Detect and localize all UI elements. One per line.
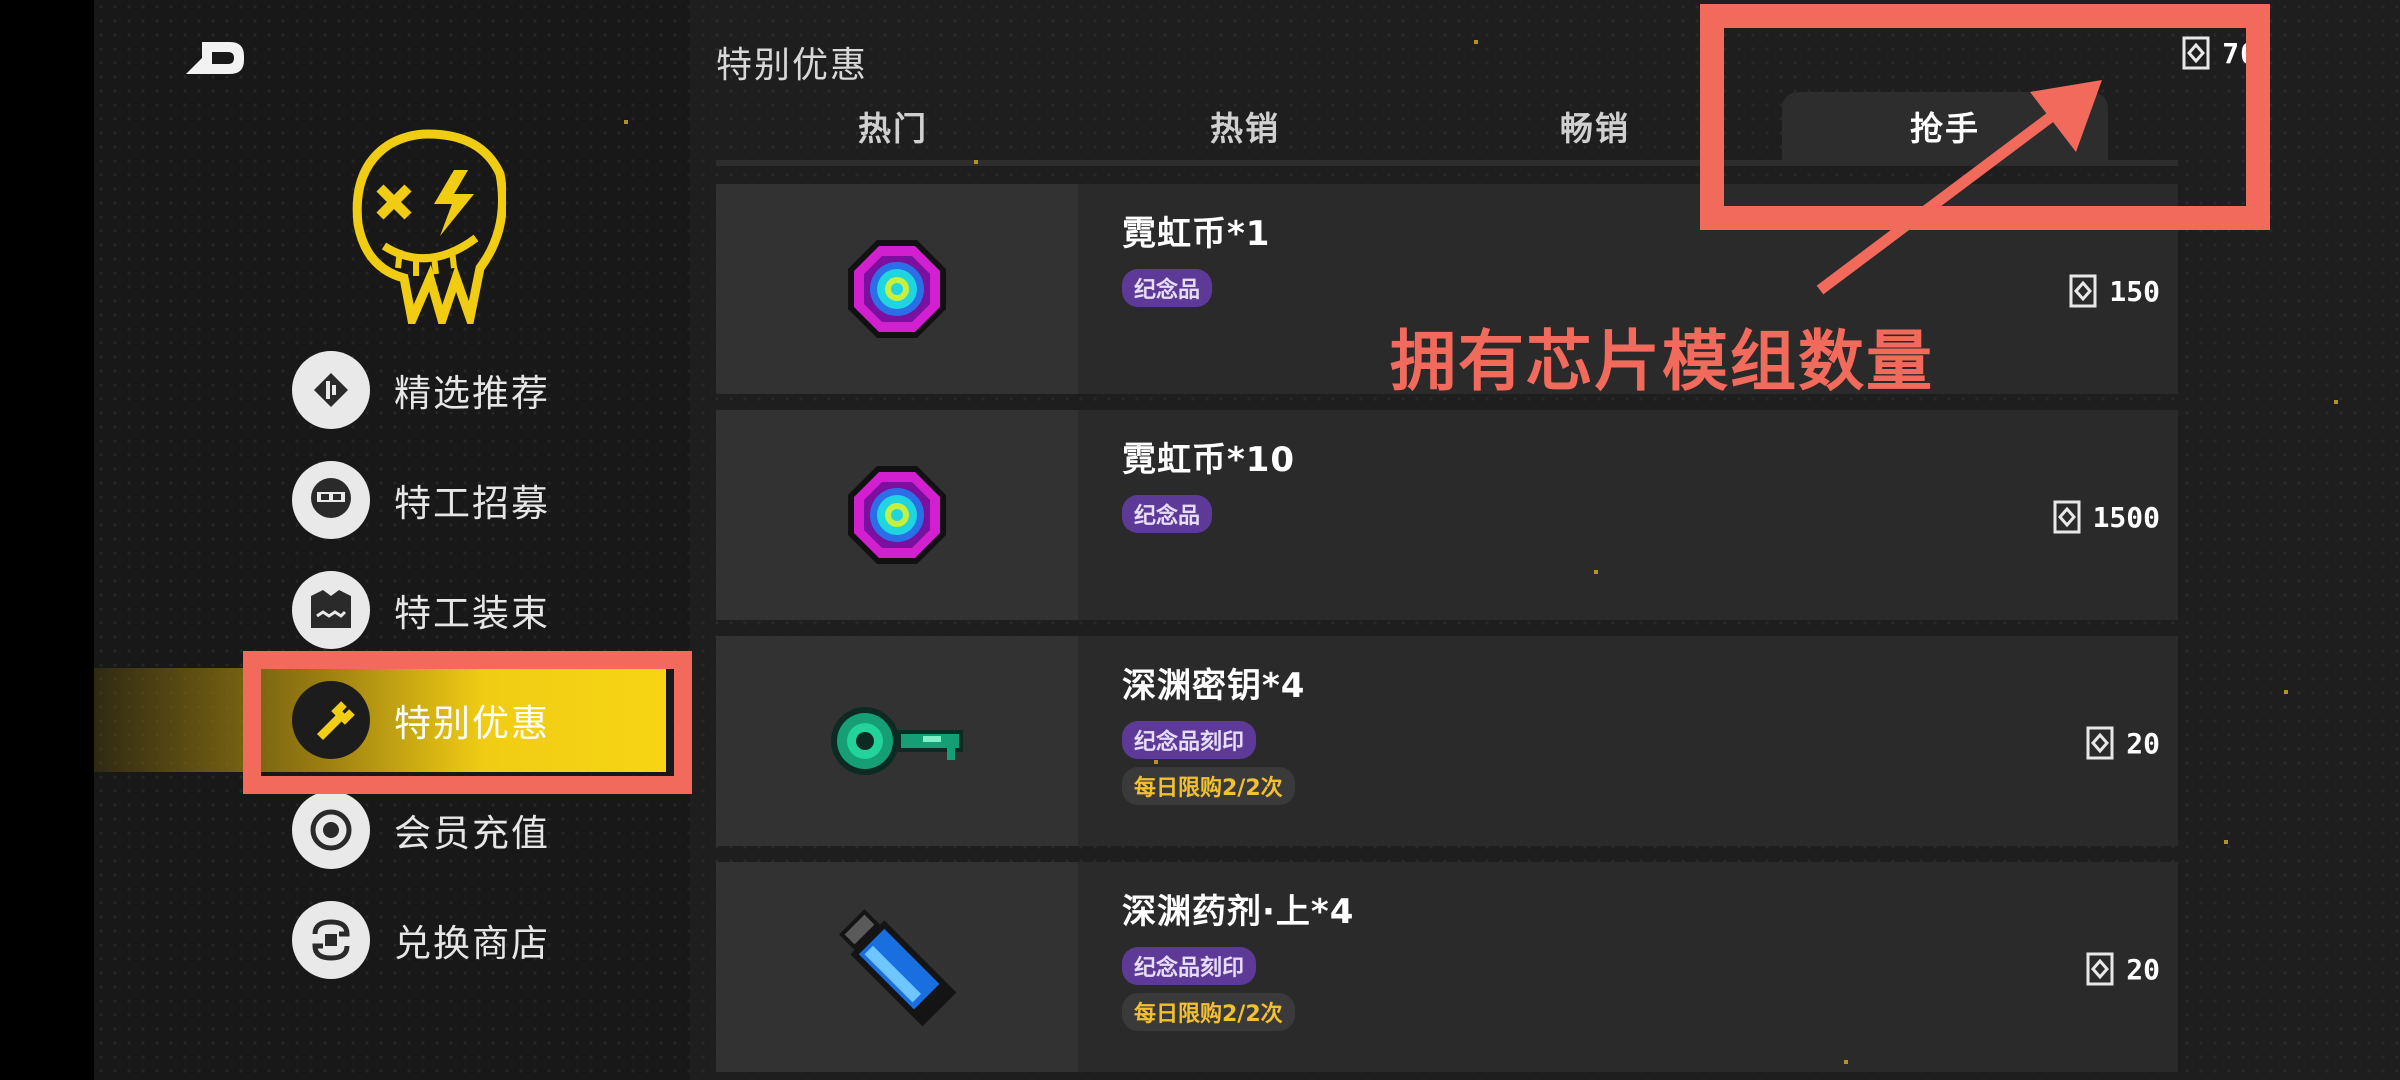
item-name: 深渊药剂·上*4 (1122, 892, 1355, 932)
item-price[interactable]: 20 (2086, 952, 2160, 986)
annotation-arrow-icon (1816, 80, 2102, 295)
membership-icon (292, 791, 370, 869)
item-price[interactable]: 1500 (2053, 500, 2160, 534)
sparkle (624, 120, 628, 124)
sidebar-item-label: 兑换商店 (394, 922, 550, 965)
purchase-limit-badge: 每日限购2/2次 (1122, 993, 1295, 1031)
annotation-label: 拥有芯片模组数量 (1390, 323, 1934, 400)
item-badge: 纪念品刻印 (1122, 721, 1257, 759)
sparkle (1844, 1060, 1848, 1064)
item-badge: 纪念品刻印 (1122, 947, 1257, 985)
shop-item-card[interactable]: 深渊药剂·上*4 纪念品刻印 每日限购2/2次 20 (716, 862, 2178, 1072)
featured-icon (292, 351, 370, 429)
back-icon[interactable] (180, 36, 250, 80)
item-badge: 纪念品 (1122, 269, 1213, 307)
item-price[interactable]: 20 (2086, 726, 2160, 760)
item-price-value: 20 (2126, 726, 2160, 760)
page-title: 特别优惠 (716, 45, 869, 86)
recruit-icon (292, 461, 370, 539)
tab-hot-sale[interactable]: 热销 (1082, 92, 1408, 160)
sidebar-item-label: 特工装束 (394, 592, 550, 635)
shop-item-card[interactable]: 霓虹币*10 纪念品 1500 (716, 410, 2178, 620)
exchange-icon (292, 901, 370, 979)
sparkle (2224, 840, 2228, 844)
sparkle (1154, 760, 1158, 764)
item-price-value: 20 (2126, 952, 2160, 986)
item-badge: 纪念品 (1122, 495, 1213, 533)
sidebar-item-featured[interactable]: 精选推荐 (284, 342, 694, 438)
sidebar: 精选推荐 特工招募 特工装束 特别优惠 会员充值 兑换商店 (94, 0, 690, 1080)
item-thumbnail (716, 636, 1078, 846)
item-thumbnail (716, 410, 1078, 620)
sidebar-item-label: 会员充值 (394, 812, 550, 855)
item-name: 霓虹币*10 (1122, 440, 1296, 480)
chip-module-icon (2086, 726, 2114, 760)
neon-coin-icon (848, 466, 946, 564)
abyss-potion-icon (839, 909, 957, 1027)
sidebar-item-exchange[interactable]: 兑换商店 (284, 892, 694, 988)
sidebar-item-outfit[interactable]: 特工装束 (284, 562, 694, 658)
chip-module-icon (2053, 500, 2081, 534)
sparkle (1474, 40, 1478, 44)
tab-hot[interactable]: 热门 (730, 92, 1056, 160)
shop-item-card[interactable]: 深渊密钥*4 纪念品刻印 每日限购2/2次 20 (716, 636, 2178, 846)
game-logo-icon (352, 129, 506, 324)
sidebar-item-recruit[interactable]: 特工招募 (284, 452, 694, 548)
purchase-limit-badge: 每日限购2/2次 (1122, 767, 1295, 805)
item-thumbnail (716, 184, 1078, 394)
item-name: 深渊密钥*4 (1122, 666, 1306, 706)
outfit-icon (292, 571, 370, 649)
sidebar-item-membership[interactable]: 会员充值 (284, 782, 694, 878)
chip-module-icon (2086, 952, 2114, 986)
abyss-key-icon (831, 707, 963, 775)
neon-coin-icon (848, 240, 946, 338)
item-price-value: 1500 (2092, 500, 2160, 534)
sparkle (974, 160, 978, 164)
sparkle (2334, 400, 2338, 404)
sidebar-item-label: 特工招募 (394, 482, 550, 525)
sparkle (2284, 690, 2288, 694)
annotation-box-sidebar (243, 651, 692, 794)
sparkle (1594, 570, 1598, 574)
item-thumbnail (716, 862, 1078, 1072)
sidebar-item-label: 精选推荐 (394, 372, 550, 415)
